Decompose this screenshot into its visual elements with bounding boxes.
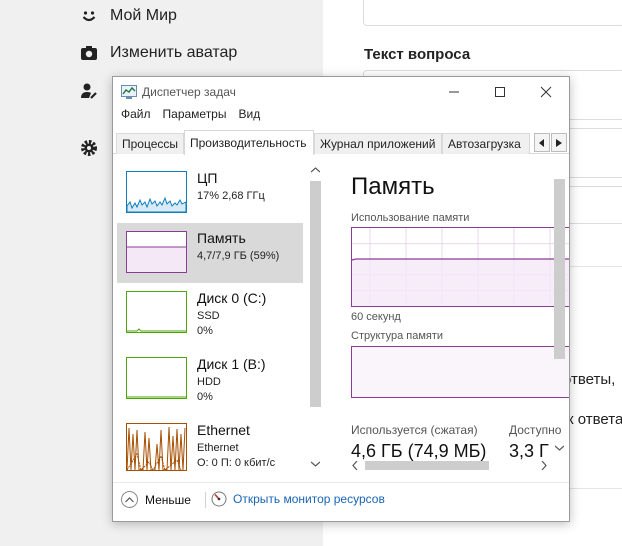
panel-horizontal-scrollbar[interactable] xyxy=(349,457,551,474)
cpu-thumbnail xyxy=(126,171,187,213)
footer-divider xyxy=(205,492,206,508)
resource-monitor-label: Открыть монитор ресурсов xyxy=(233,492,385,506)
minimize-button[interactable] xyxy=(431,77,477,107)
ethernet-thumbnail xyxy=(126,423,187,472)
title-bar[interactable]: Диспетчер задач xyxy=(113,77,569,107)
arrow-right-icon[interactable] xyxy=(541,461,547,470)
scrollbar-thumb[interactable] xyxy=(554,179,565,359)
panel-vertical-scrollbar[interactable] xyxy=(551,173,568,473)
tab-startup[interactable]: Автозагрузка xyxy=(442,133,530,154)
tab-app-history[interactable]: Журнал приложений xyxy=(314,133,442,154)
arrow-right-icon xyxy=(556,138,562,147)
arrow-left-icon[interactable] xyxy=(352,461,358,470)
time-range-label: 60 секунд xyxy=(351,311,401,323)
maximize-button[interactable] xyxy=(477,77,523,107)
arrow-down-icon[interactable] xyxy=(311,461,320,467)
resource-item-memory[interactable]: Память 4,7/7,9 ГБ (59%) xyxy=(117,223,303,283)
memory-structure-graph xyxy=(351,346,569,398)
resource-monitor-link[interactable]: Открыть монитор ресурсов xyxy=(211,491,385,507)
resource-item-disk1[interactable]: Диск 1 (B:) HDD 0% xyxy=(117,349,303,409)
resource-item-disk0[interactable]: Диск 0 (C:) SSD 0% xyxy=(117,283,303,343)
arrow-down-icon[interactable] xyxy=(555,445,564,451)
resource-monitor-icon xyxy=(211,491,227,507)
resource-list-scrollbar[interactable] xyxy=(307,165,324,473)
disk0-thumbnail xyxy=(126,291,187,333)
gear-icon xyxy=(80,139,98,157)
window-title: Диспетчер задач xyxy=(142,85,236,99)
smile-icon xyxy=(80,7,98,25)
menu-file[interactable]: Файл xyxy=(117,107,155,127)
fewer-details-label: Меньше xyxy=(145,492,191,507)
tab-performance[interactable]: Производительность xyxy=(184,130,314,155)
resource-name: ЦП xyxy=(197,170,218,186)
tab-processes[interactable]: Процессы xyxy=(116,133,184,154)
close-button[interactable] xyxy=(523,77,569,107)
disk1-thumbnail xyxy=(126,357,187,399)
task-manager-window: Диспетчер задач Файл Параметры Вид Проце… xyxy=(112,76,570,522)
menu-bar: Файл Параметры Вид xyxy=(113,107,264,127)
resource-name: Диск 0 (C:) xyxy=(197,290,267,306)
sidebar-item-change-avatar[interactable]: Изменить аватар xyxy=(80,41,237,65)
resource-detail: SSD xyxy=(197,310,220,322)
answer-text: к ответа xyxy=(567,411,622,428)
resource-detail: О: 0 П: 0 кбит/с xyxy=(197,457,276,469)
maximize-icon xyxy=(495,87,505,97)
task-manager-icon xyxy=(121,85,137,104)
resource-detail: 17% 2,68 ГГц xyxy=(197,190,265,202)
menu-view[interactable]: Вид xyxy=(234,107,264,127)
arrow-up-icon[interactable] xyxy=(311,167,320,173)
resource-detail: 0% xyxy=(197,325,213,337)
memory-usage-graph xyxy=(351,227,569,307)
memory-panel: Память Использование памяти 60 секунд Ст… xyxy=(339,157,569,475)
user-edit-icon xyxy=(80,82,98,100)
resource-detail: Ethernet xyxy=(197,442,239,454)
sidebar-item-settings[interactable] xyxy=(80,136,110,160)
tab-bar: Процессы Производительность Журнал прило… xyxy=(113,130,569,155)
window-footer: Меньше Открыть монитор ресурсов xyxy=(113,482,569,512)
sidebar-item-label: Изменить аватар xyxy=(110,44,238,61)
memory-usage-label: Использование памяти xyxy=(351,212,470,224)
text-input[interactable] xyxy=(363,0,622,26)
fewer-details-button[interactable]: Меньше xyxy=(121,491,191,508)
close-icon xyxy=(540,86,552,98)
resource-detail: 4,7/7,9 ГБ (59%) xyxy=(197,250,280,262)
question-label: Текст вопроса xyxy=(364,46,471,63)
arrow-left-icon xyxy=(539,138,544,147)
resource-detail: HDD xyxy=(197,376,221,388)
menu-options[interactable]: Параметры xyxy=(159,107,231,127)
in-use-label: Используется (сжатая) xyxy=(351,423,478,437)
sidebar-item-my-world[interactable]: Мой Мир xyxy=(80,4,177,28)
resource-name: Память xyxy=(197,230,246,246)
resource-list: ЦП 17% 2,68 ГГц Память 4,7/7,9 ГБ (59%) … xyxy=(113,157,325,475)
resource-name: Ethernet xyxy=(197,422,250,438)
scrollbar-thumb[interactable] xyxy=(365,461,489,470)
answers-text: ответы, xyxy=(563,371,616,388)
resource-detail: 0% xyxy=(197,391,213,403)
sidebar-item-label: Мой Мир xyxy=(110,7,177,24)
tab-scroll-left-button[interactable] xyxy=(534,133,550,152)
resource-item-cpu[interactable]: ЦП 17% 2,68 ГГц xyxy=(117,163,303,223)
minimize-icon xyxy=(449,91,459,93)
resource-name: Диск 1 (B:) xyxy=(197,356,266,372)
scrollbar-thumb[interactable] xyxy=(310,181,321,407)
sidebar-item-profile-edit[interactable] xyxy=(80,79,110,103)
camera-icon xyxy=(80,44,98,62)
tab-scroll-right-button[interactable] xyxy=(551,133,567,152)
resource-item-ethernet[interactable]: Ethernet Ethernet О: 0 П: 0 кбит/с xyxy=(117,415,303,475)
chevron-up-icon xyxy=(121,491,138,508)
memory-structure-label: Структура памяти xyxy=(351,330,444,342)
panel-title: Память xyxy=(351,173,435,200)
memory-thumbnail xyxy=(126,231,187,273)
